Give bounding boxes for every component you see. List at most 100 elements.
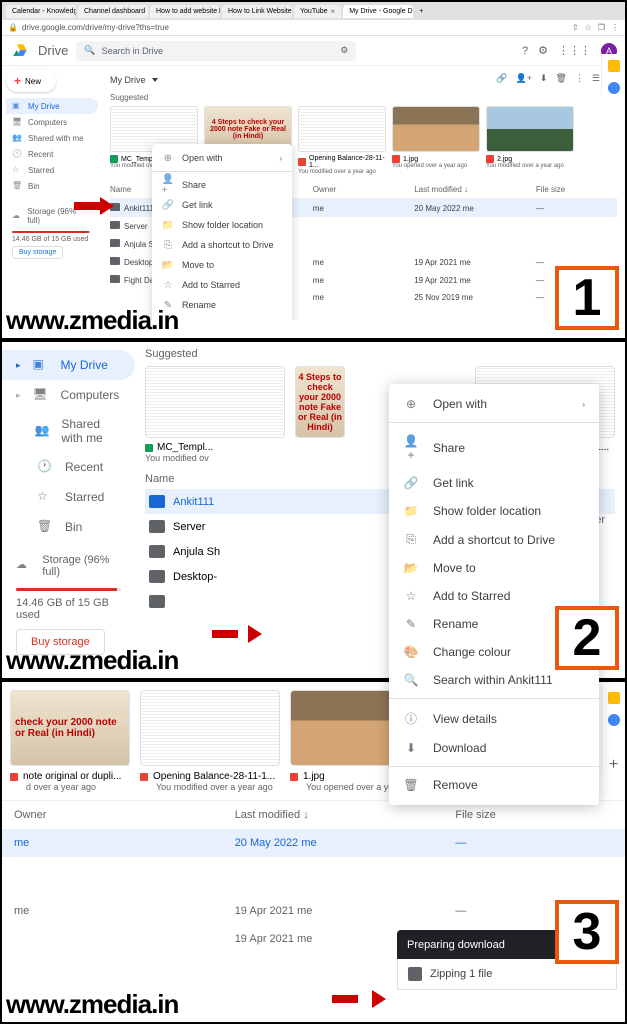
filter-icon[interactable]: ⚙: [340, 45, 348, 56]
storage-bar: [12, 231, 92, 233]
folder-icon: [110, 221, 120, 229]
ctx-get-link[interactable]: 🔗Get link: [389, 469, 599, 497]
sidebar-item-recent[interactable]: 🕐Recent: [2, 452, 135, 482]
ctx-add-shortcut[interactable]: ⎘Add a shortcut to Drive: [152, 235, 292, 255]
sidebar-item-recent[interactable]: 🕐Recent: [6, 146, 98, 162]
breadcrumb[interactable]: My Drive 🔗 👤+ ⬇ 🗑 ⋮ ☰ ⓘ: [110, 70, 617, 89]
thumb-card[interactable]: 2.jpgYou modified over a year ago: [486, 106, 574, 175]
ctx-add-starred[interactable]: ☆Add to Starred: [152, 275, 292, 295]
step-number: 1: [555, 266, 619, 330]
right-rail: +: [601, 686, 625, 774]
ctx-view-details[interactable]: ⓘView details: [389, 703, 599, 734]
ctx-search-within[interactable]: 🔍Search within Ankit111: [389, 666, 599, 694]
keep-icon[interactable]: [608, 692, 620, 704]
ctx-remove[interactable]: 🗑Remove: [389, 771, 599, 799]
toast-body-text: Zipping 1 file: [430, 968, 492, 980]
thumb-card[interactable]: 1.jpgYou opened over a year ago: [392, 106, 480, 175]
list-view-icon[interactable]: ☰: [592, 73, 600, 86]
folder-icon: [149, 545, 165, 558]
link-icon[interactable]: 🔗: [496, 73, 507, 86]
chevron-down-icon: [152, 78, 158, 82]
drive-header: Drive 🔍 Search in Drive ⚙ ? ⚙ ⋮⋮⋮ A: [2, 36, 625, 66]
star-icon[interactable]: ☆: [585, 23, 592, 32]
folder-row-selected[interactable]: me20 May 2022 me—: [2, 829, 625, 857]
sidebar-item-bin[interactable]: 🗑Bin: [6, 178, 98, 194]
ctx-share[interactable]: 👤+Share: [389, 427, 599, 469]
chevron-right-icon: ›: [279, 154, 282, 163]
shortcut-icon: ⎘: [403, 532, 419, 547]
app-title: Drive: [38, 43, 68, 58]
ctx-move-to[interactable]: 📂Move to: [389, 554, 599, 582]
watermark: www.zmedia.in: [6, 645, 178, 676]
sidebar-item-shared[interactable]: 👥Shared with me: [6, 130, 98, 146]
search-input[interactable]: 🔍 Search in Drive ⚙: [76, 41, 356, 61]
browser-tab-active[interactable]: My Drive - Google Dri×: [343, 5, 413, 18]
browser-tab[interactable]: Channel dashboard×: [78, 5, 148, 18]
tasks-icon[interactable]: [608, 82, 620, 94]
folder-row[interactable]: me19 Apr 2021 me—: [2, 897, 625, 925]
cloud-icon: ☁: [16, 558, 30, 574]
buy-storage-button[interactable]: Buy storage: [12, 246, 63, 259]
main-content: Suggested MC_Templ...You modified ov 4 S…: [135, 342, 625, 678]
sidebar-item-mydrive[interactable]: ▣My Drive: [6, 98, 98, 114]
sidebar-item-storage[interactable]: ☁Storage (96% full): [16, 550, 121, 582]
browser-tab[interactable]: Calendar - Knowledge×: [6, 5, 76, 18]
ctx-show-folder[interactable]: 📁Show folder location: [389, 497, 599, 525]
settings-icon[interactable]: ⚙: [538, 44, 548, 57]
sidebar-item-mydrive[interactable]: ▸▣My Drive: [2, 350, 135, 380]
sidebar-item-starred[interactable]: ☆Starred: [2, 482, 135, 512]
palette-icon: 🎨: [403, 645, 419, 659]
sort-down-icon[interactable]: ↓: [303, 809, 309, 821]
drive-logo-icon: [10, 41, 30, 61]
step-number: 3: [555, 900, 619, 964]
sidebar-item-starred[interactable]: ☆Starred: [6, 162, 98, 178]
sidebar-item-computers[interactable]: 🖥Computers: [6, 114, 98, 130]
apps-icon[interactable]: ⋮⋮⋮: [558, 44, 591, 57]
thumb-card[interactable]: 4 Steps to check your 2000 note Fake or …: [295, 366, 345, 463]
ctx-open-with[interactable]: ⊕Open with›: [152, 148, 292, 168]
keep-icon[interactable]: [608, 60, 620, 72]
lock-icon: 🔒: [8, 23, 18, 32]
people-icon: 👥: [12, 133, 22, 143]
sidebar-item-shared[interactable]: 👥Shared with me: [2, 410, 135, 452]
expand-icon[interactable]: ▸: [16, 360, 21, 371]
sidebar-item-bin[interactable]: 🗑Bin: [2, 512, 135, 542]
add-icon[interactable]: +: [609, 756, 618, 774]
thumb-card[interactable]: Opening Balance-28-11-1...You modified o…: [140, 690, 280, 792]
sort-down-icon[interactable]: ↓: [464, 185, 468, 194]
open-icon: ⊕: [162, 152, 174, 164]
drive-icon: ▣: [12, 101, 22, 111]
help-icon[interactable]: ?: [522, 45, 528, 57]
url-bar[interactable]: 🔒 drive.google.com/drive/my-drive?ths=tr…: [2, 20, 625, 36]
tasks-icon[interactable]: [608, 714, 620, 726]
trash-icon: 🗑: [37, 519, 53, 535]
new-tab-icon[interactable]: +: [415, 8, 427, 15]
download-icon[interactable]: ⬇: [540, 73, 548, 86]
ctx-share[interactable]: 👤+Share: [152, 175, 292, 195]
new-button[interactable]: + New: [6, 70, 56, 92]
ctx-get-link[interactable]: 🔗Get link: [152, 195, 292, 215]
menu-icon[interactable]: ⋮: [611, 23, 619, 32]
thumb-card[interactable]: Opening Balance-28-11-1...You modified o…: [298, 106, 386, 175]
sidebar-item-computers[interactable]: ▸🖥Computers: [2, 380, 135, 410]
ctx-move-to[interactable]: 📂Move to: [152, 255, 292, 275]
drive-icon: ▣: [33, 357, 49, 373]
trash-icon[interactable]: 🗑: [555, 73, 566, 86]
thumb-card[interactable]: check your 2000 note or Real (in Hindi)n…: [10, 690, 130, 792]
more-icon[interactable]: ⋮: [575, 73, 584, 86]
browser-tab[interactable]: How to Link Website to×: [222, 5, 292, 18]
ctx-add-shortcut[interactable]: ⎘Add a shortcut to Drive: [389, 525, 599, 554]
computer-icon: 🖥: [33, 387, 49, 403]
browser-tab[interactable]: How to add website link×: [150, 5, 220, 18]
storage-bar: [16, 588, 121, 591]
folder-icon: [149, 595, 165, 608]
browser-tab[interactable]: YouTube×: [294, 5, 341, 18]
share-icon[interactable]: ⇧: [572, 23, 579, 32]
ctx-open-with[interactable]: ⊕Open with›: [389, 390, 599, 418]
ctx-download[interactable]: ⬇Download: [389, 734, 599, 762]
ctx-show-folder[interactable]: 📁Show folder location: [152, 215, 292, 235]
thumb-card[interactable]: MC_Templ...You modified ov: [145, 366, 285, 463]
extension-icon[interactable]: ❐: [598, 23, 605, 32]
close-icon[interactable]: ×: [331, 7, 336, 16]
share-icon[interactable]: 👤+: [515, 73, 531, 86]
